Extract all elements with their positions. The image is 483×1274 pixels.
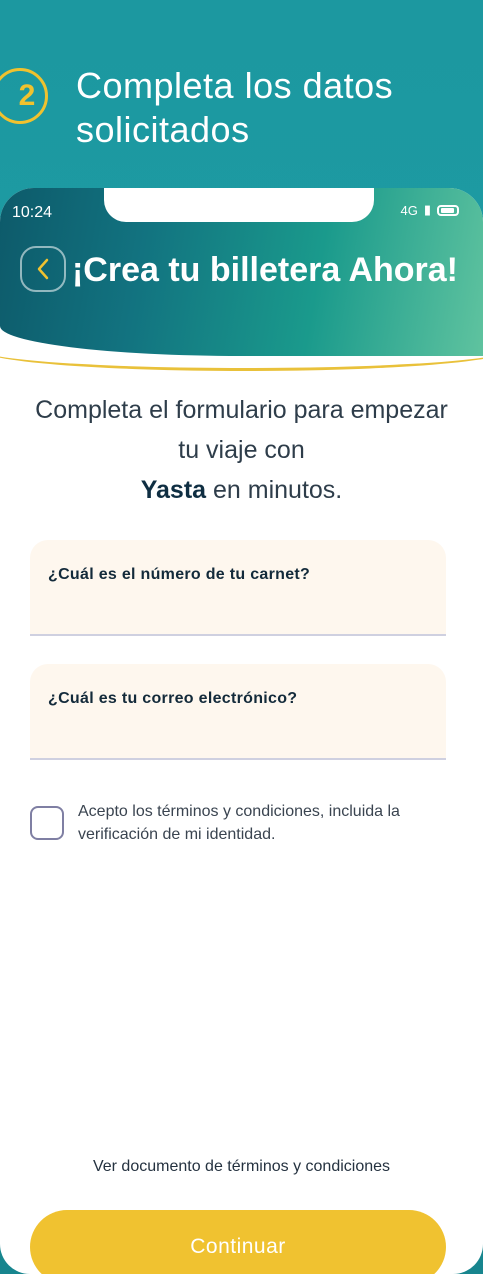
intro-suffix: en minutos. — [213, 476, 343, 504]
terms-checkbox[interactable] — [30, 806, 64, 840]
email-field[interactable]: ¿Cuál es tu correo electrónico? — [30, 664, 446, 760]
signal-icon: ▮ — [423, 202, 431, 217]
email-input[interactable] — [48, 716, 432, 748]
carnet-input[interactable] — [48, 592, 432, 624]
step-header: 2 Completa los datos solicitados — [0, 60, 483, 170]
battery-icon — [437, 204, 459, 216]
intro-prefix: Completa el formulario para empezar tu v… — [35, 396, 448, 464]
phone-screen: 10:24 4G ▮ ¡Crea tu billetera Ahora! Com… — [0, 188, 483, 1274]
terms-document-link[interactable]: Ver documento de términos y condiciones — [0, 1158, 483, 1176]
status-time: 10:24 — [12, 204, 53, 221]
network-label: 4G — [400, 202, 418, 218]
step-title: Completa los datos solicitados — [76, 65, 394, 150]
step-number-badge: 2 — [0, 68, 48, 124]
intro-text: Completa el formulario para empezar tu v… — [30, 390, 453, 510]
hero-wave-divider — [0, 328, 483, 371]
brand-name: Yasta — [140, 476, 207, 504]
back-button[interactable] — [20, 246, 66, 292]
chevron-left-icon — [37, 258, 49, 280]
email-label: ¿Cuál es tu correo electrónico? — [48, 690, 298, 707]
carnet-label: ¿Cuál es el número de tu carnet? — [48, 566, 311, 583]
page-title: ¡Crea tu billetera Ahora! — [71, 251, 459, 289]
phone-notch — [104, 188, 374, 222]
continue-button[interactable]: Continuar — [30, 1210, 446, 1274]
status-icons: 4G ▮ — [400, 202, 459, 218]
carnet-field[interactable]: ¿Cuál es el número de tu carnet? — [30, 540, 446, 636]
terms-text: Acepto los términos y condiciones, inclu… — [78, 803, 400, 843]
